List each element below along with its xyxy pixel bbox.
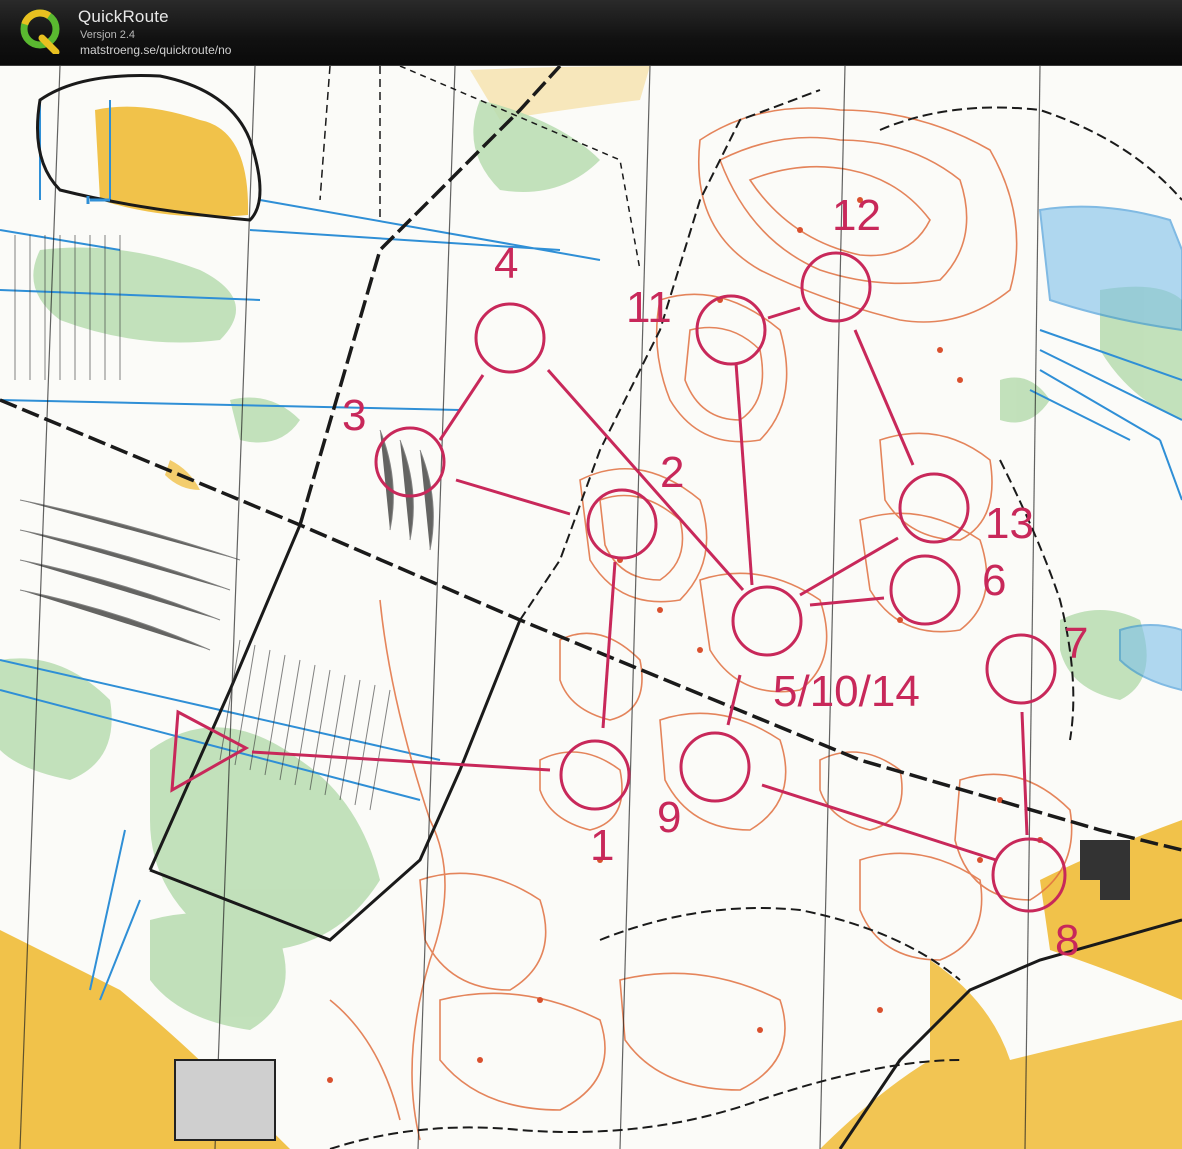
map-canvas: 1 2 3 4 5/10/14 6 7 8 9 11 12 13 — [0, 66, 1182, 1149]
control-label-13: 13 — [985, 499, 1034, 548]
orienteering-map[interactable]: 1 2 3 4 5/10/14 6 7 8 9 11 12 13 — [0, 66, 1182, 1149]
control-label-1: 1 — [590, 821, 614, 870]
control-label-2: 2 — [660, 448, 684, 497]
control-label-7: 7 — [1064, 619, 1088, 668]
control-label-5-10-14: 5/10/14 — [773, 667, 920, 716]
title-bar: QuickRoute Versjon 2.4 matstroeng.se/qui… — [0, 0, 1182, 66]
control-label-3: 3 — [342, 391, 366, 440]
control-label-6: 6 — [982, 556, 1006, 605]
app-version: Versjon 2.4 — [80, 29, 136, 41]
quickroute-logo-icon — [20, 9, 60, 54]
control-label-11: 11 — [626, 283, 672, 332]
control-label-8: 8 — [1055, 916, 1079, 965]
app-title: QuickRoute — [78, 7, 169, 26]
control-label-9: 9 — [657, 793, 681, 842]
app-url-link[interactable]: matstroeng.se/quickroute/no — [80, 43, 231, 57]
control-label-12: 12 — [832, 191, 881, 240]
control-label-4: 4 — [494, 239, 518, 288]
